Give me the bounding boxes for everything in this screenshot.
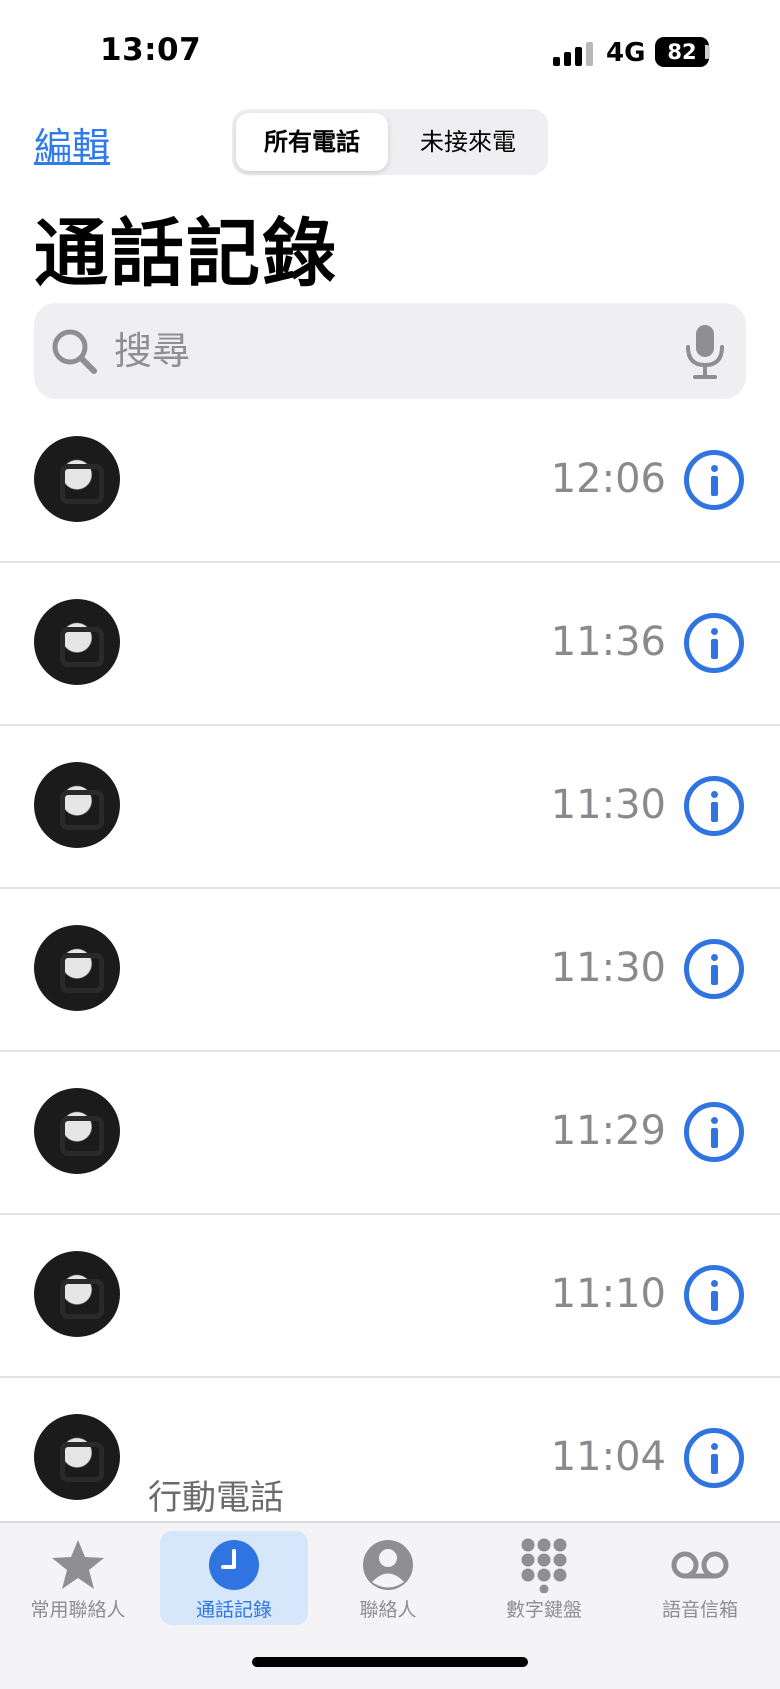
battery-icon: 82 bbox=[655, 37, 709, 67]
status-time: 13:07 bbox=[100, 32, 202, 68]
segment-missed-calls[interactable]: 未接來電 bbox=[392, 113, 544, 171]
call-time: 12:06 bbox=[550, 456, 666, 502]
star-icon bbox=[52, 1540, 104, 1589]
call-row[interactable]: 11:30 bbox=[0, 726, 780, 889]
status-bar: 13:07 4G 82 bbox=[0, 0, 780, 100]
tab-contacts[interactable]: 聯絡人 bbox=[314, 1531, 462, 1625]
keypad-icon bbox=[521, 1538, 567, 1593]
phone-screen: 13:07 4G 82 編輯 所有電話 未接來電 通話記錄 搜尋 12:06 1… bbox=[0, 0, 780, 1689]
search-input[interactable] bbox=[114, 325, 674, 377]
segment-all-calls[interactable]: 所有電話 bbox=[236, 113, 388, 171]
call-time: 11:10 bbox=[550, 1271, 666, 1317]
tab-keypad[interactable]: 數字鍵盤 bbox=[470, 1531, 618, 1625]
network-type: 4G bbox=[606, 38, 646, 68]
call-time: 11:30 bbox=[550, 782, 666, 828]
tab-voicemail[interactable]: 語音信箱 bbox=[626, 1531, 774, 1625]
person-icon bbox=[363, 1540, 413, 1590]
tab-label: 語音信箱 bbox=[661, 1599, 738, 1621]
clock-icon bbox=[209, 1540, 259, 1590]
contact-avatar bbox=[34, 762, 120, 848]
call-row[interactable]: 11:30 bbox=[0, 889, 780, 1052]
edit-button[interactable]: 編輯 bbox=[34, 116, 110, 171]
contact-avatar bbox=[34, 925, 120, 1011]
call-time: 11:29 bbox=[550, 1108, 666, 1154]
info-icon[interactable] bbox=[684, 1265, 744, 1325]
info-icon[interactable] bbox=[684, 939, 744, 999]
contact-avatar bbox=[34, 1088, 120, 1174]
voicemail-icon bbox=[671, 1551, 729, 1579]
search-bar bbox=[34, 303, 746, 399]
tab-favorites[interactable]: 常用聯絡人 bbox=[4, 1531, 152, 1625]
battery-cap bbox=[705, 45, 710, 59]
contact-avatar bbox=[34, 599, 120, 685]
tab-recents[interactable]: 通話記錄 bbox=[160, 1531, 308, 1625]
tab-label: 數字鍵盤 bbox=[505, 1599, 582, 1621]
call-row[interactable]: 11:10 bbox=[0, 1215, 780, 1378]
caller-type: 行動電話 bbox=[148, 1478, 284, 1518]
tab-label: 通話記錄 bbox=[195, 1599, 272, 1621]
call-list: 12:06 11:36 11:30 11:30 11:29 11:10 行動電話… bbox=[0, 400, 780, 1541]
call-row[interactable]: 12:06 bbox=[0, 400, 780, 563]
contact-avatar bbox=[34, 436, 120, 522]
signal-strength-icon bbox=[553, 42, 595, 66]
call-filter-segmented-control: 所有電話 未接來電 bbox=[232, 109, 548, 175]
call-time: 11:04 bbox=[550, 1434, 666, 1480]
contact-avatar bbox=[34, 1414, 120, 1500]
home-indicator[interactable] bbox=[252, 1657, 528, 1667]
call-time: 11:30 bbox=[550, 945, 666, 991]
info-icon[interactable] bbox=[684, 1102, 744, 1162]
call-row[interactable]: 行動電話 11:04 bbox=[0, 1378, 780, 1541]
page-title: 通話記錄 bbox=[34, 211, 338, 297]
info-icon[interactable] bbox=[684, 776, 744, 836]
info-icon[interactable] bbox=[684, 613, 744, 673]
microphone-icon[interactable] bbox=[680, 323, 730, 381]
tab-label: 常用聯絡人 bbox=[30, 1599, 126, 1621]
tab-label: 聯絡人 bbox=[359, 1599, 417, 1621]
contact-avatar bbox=[34, 1251, 120, 1337]
call-time: 11:36 bbox=[550, 619, 666, 665]
info-icon[interactable] bbox=[684, 1428, 744, 1488]
search-icon bbox=[52, 329, 97, 374]
info-icon[interactable] bbox=[684, 450, 744, 510]
call-row[interactable]: 11:36 bbox=[0, 563, 780, 726]
call-row[interactable]: 11:29 bbox=[0, 1052, 780, 1215]
